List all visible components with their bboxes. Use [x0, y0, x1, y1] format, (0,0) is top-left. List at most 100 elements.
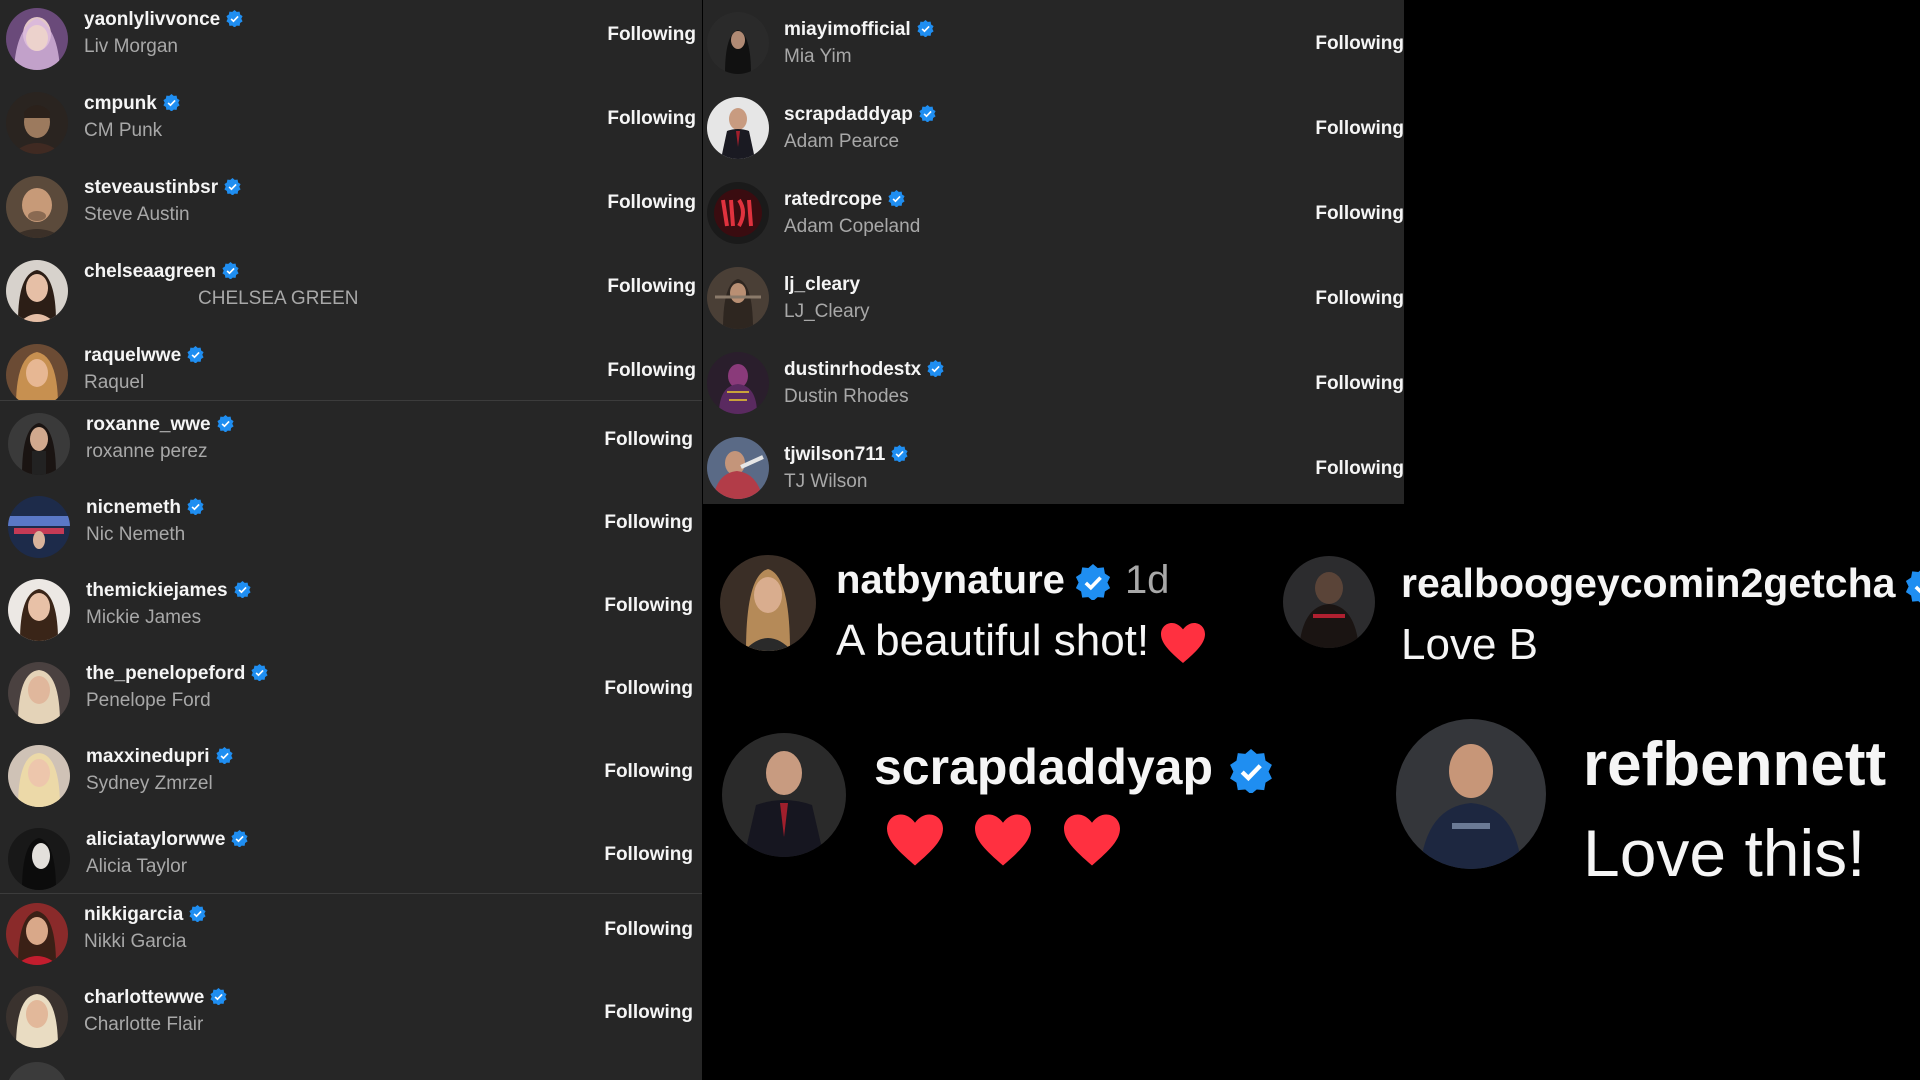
- following-row[interactable]: maxxinedupri Sydney Zmrzel Following: [0, 737, 702, 817]
- avatar[interactable]: [8, 828, 70, 890]
- avatar[interactable]: [6, 8, 68, 70]
- following-button[interactable]: Following: [604, 512, 693, 534]
- following-button[interactable]: Following: [1315, 288, 1404, 310]
- username[interactable]: tjwilson711: [784, 444, 908, 466]
- avatar[interactable]: [6, 903, 68, 965]
- avatar[interactable]: [6, 986, 68, 1048]
- following-button[interactable]: Following: [607, 24, 696, 46]
- full-name: Raquel: [84, 372, 145, 393]
- following-row[interactable]: lj_cleary LJ_Cleary Following: [703, 255, 1404, 340]
- username[interactable]: cmpunk: [84, 93, 180, 115]
- following-row[interactable]: aliciataylorwwe Alicia Taylor Following: [0, 820, 702, 900]
- following-button[interactable]: Following: [604, 429, 693, 451]
- avatar[interactable]: [707, 97, 769, 159]
- full-name: CM Punk: [84, 120, 163, 141]
- following-row[interactable]: tjwilson711 TJ Wilson Following: [703, 425, 1404, 504]
- following-button[interactable]: Following: [1315, 373, 1404, 395]
- avatar[interactable]: [8, 413, 70, 475]
- following-row[interactable]: roxanne_wwe roxanne perez Following: [0, 405, 702, 485]
- username[interactable]: lj_cleary: [784, 274, 860, 296]
- username[interactable]: the_penelopeford: [86, 663, 268, 685]
- following-row[interactable]: yaonlylivvonce Liv Morgan Following: [0, 0, 702, 80]
- username[interactable]: dustinrhodestx: [784, 359, 944, 381]
- avatar[interactable]: [707, 12, 769, 74]
- username[interactable]: roxanne_wwe: [86, 414, 234, 436]
- avatar[interactable]: [6, 1062, 68, 1080]
- following-row[interactable]: nikkigarcia Nikki Garcia Following: [0, 895, 702, 975]
- username[interactable]: chelseaagreen: [84, 261, 239, 283]
- full-name: Nikki Garcia: [84, 931, 187, 952]
- following-button[interactable]: Following: [604, 1002, 693, 1024]
- verified-badge-icon: [163, 94, 180, 111]
- following-row[interactable]: themickiejames Mickie James Following: [0, 571, 702, 651]
- comment: refbennett Love this!: [1393, 715, 1920, 895]
- full-name: Nic Nemeth: [86, 524, 186, 545]
- following-button[interactable]: Following: [604, 595, 693, 617]
- avatar[interactable]: [8, 662, 70, 724]
- avatar[interactable]: [1396, 719, 1546, 869]
- username[interactable]: maxxinedupri: [86, 746, 233, 768]
- username[interactable]: charlottewwe: [84, 987, 227, 1009]
- following-button[interactable]: Following: [1315, 458, 1404, 480]
- following-row[interactable]: miayimofficial Mia Yim Following: [703, 0, 1404, 85]
- avatar[interactable]: [707, 437, 769, 499]
- avatar[interactable]: [6, 176, 68, 238]
- following-row[interactable]: the_penelopeford Penelope Ford Following: [0, 654, 702, 734]
- avatar[interactable]: [707, 182, 769, 244]
- avatar[interactable]: [707, 267, 769, 329]
- avatar[interactable]: [8, 579, 70, 641]
- following-list-section: roxanne_wwe roxanne perez Following nicn…: [0, 401, 702, 893]
- comment-username[interactable]: realboogeycomin2getcha: [1401, 560, 1920, 607]
- following-button[interactable]: Following: [1315, 203, 1404, 225]
- following-list-left: yaonlylivvonce Liv Morgan Following cmpu…: [0, 0, 702, 1080]
- avatar[interactable]: [6, 92, 68, 154]
- following-row[interactable]: cmpunk CM Punk Following: [0, 84, 702, 164]
- following-row[interactable]: charlottewwe Charlotte Flair Following: [0, 978, 702, 1058]
- following-button[interactable]: Following: [604, 919, 693, 941]
- following-row[interactable]: nicnemeth Nic Nemeth Following: [0, 488, 702, 568]
- following-row[interactable]: chelseaagreen CHELSEA GREEN Following: [0, 252, 702, 332]
- username[interactable]: nikkigarcia: [84, 904, 206, 926]
- following-button[interactable]: Following: [604, 761, 693, 783]
- comment-username[interactable]: natbynature 1d: [836, 558, 1169, 603]
- username[interactable]: steveaustinbsr: [84, 177, 241, 199]
- avatar[interactable]: [720, 555, 816, 651]
- verified-badge-icon: [251, 664, 268, 681]
- username[interactable]: scrapdaddyap: [784, 104, 936, 126]
- avatar[interactable]: [6, 260, 68, 322]
- username[interactable]: themickiejames: [86, 580, 251, 602]
- following-button[interactable]: Following: [1315, 33, 1404, 55]
- following-button[interactable]: Following: [604, 844, 693, 866]
- verified-badge-icon: [1230, 748, 1272, 793]
- following-row[interactable]: ratedrcope Adam Copeland Following: [703, 170, 1404, 255]
- avatar[interactable]: [722, 733, 846, 857]
- avatar[interactable]: [1283, 556, 1375, 648]
- username[interactable]: aliciataylorwwe: [86, 829, 248, 851]
- following-row[interactable]: dustinrhodestx Dustin Rhodes Following: [703, 340, 1404, 425]
- following-button[interactable]: Following: [607, 192, 696, 214]
- username[interactable]: miayimofficial: [784, 19, 934, 41]
- avatar[interactable]: [6, 344, 68, 406]
- comment-username[interactable]: refbennett: [1583, 729, 1886, 800]
- comment-username[interactable]: scrapdaddyap: [874, 738, 1273, 796]
- following-button[interactable]: Following: [1315, 118, 1404, 140]
- following-button[interactable]: Following: [607, 108, 696, 130]
- following-button[interactable]: Following: [607, 276, 696, 298]
- comment-text: A beautiful shot!: [836, 616, 1207, 666]
- following-button[interactable]: Following: [607, 360, 696, 382]
- avatar[interactable]: [8, 496, 70, 558]
- avatar[interactable]: [8, 745, 70, 807]
- following-list-section: nikkigarcia Nikki Garcia Following charl…: [0, 894, 702, 1080]
- comment-text: Love this!: [1583, 816, 1866, 890]
- username[interactable]: nicnemeth: [86, 497, 204, 519]
- following-row[interactable]: steveaustinbsr Steve Austin Following: [0, 168, 702, 248]
- username[interactable]: yaonlylivvonce: [84, 9, 243, 31]
- verified-badge-icon: [217, 415, 234, 432]
- following-row[interactable]: scrapdaddyap Adam Pearce Following: [703, 85, 1404, 170]
- username[interactable]: ratedrcope: [784, 189, 905, 211]
- full-name: LJ_Cleary: [784, 301, 870, 322]
- full-name: TJ Wilson: [784, 471, 868, 492]
- username[interactable]: raquelwwe: [84, 345, 204, 367]
- avatar[interactable]: [707, 352, 769, 414]
- following-button[interactable]: Following: [604, 678, 693, 700]
